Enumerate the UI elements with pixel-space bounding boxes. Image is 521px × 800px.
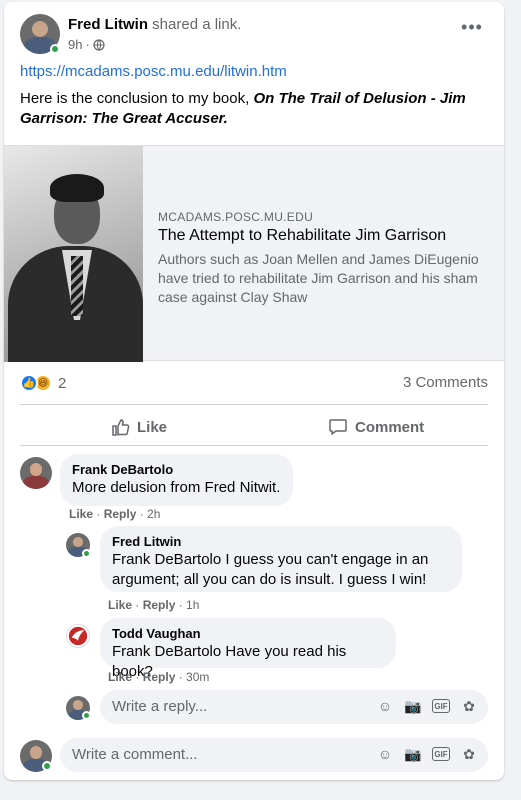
post-text-prefix: Here is the conclusion to my book, bbox=[20, 90, 254, 107]
reply-mention[interactable]: Frank DeBartolo bbox=[112, 643, 221, 660]
comment-time[interactable]: 2h bbox=[147, 507, 160, 521]
reply-time[interactable]: 1h bbox=[186, 598, 199, 612]
comment-reply-link[interactable]: Reply bbox=[104, 507, 137, 521]
sticker-icon[interactable]: ✿ bbox=[460, 697, 478, 715]
like-button[interactable]: Like bbox=[110, 411, 167, 443]
reply-time[interactable]: 30m bbox=[186, 670, 209, 684]
post-link[interactable]: https://mcadams.posc.mu.edu/litwin.htm bbox=[20, 63, 287, 80]
globe-icon bbox=[93, 38, 105, 51]
commenter-avatar[interactable] bbox=[20, 457, 52, 489]
author-action: shared a link. bbox=[152, 16, 242, 33]
comment-like-link[interactable]: Like bbox=[69, 507, 93, 521]
reply-mention[interactable]: Frank DeBartolo bbox=[112, 551, 221, 568]
reply-actions: Like · Reply · 1h bbox=[108, 598, 200, 612]
emoji-icon[interactable]: ☺ bbox=[376, 745, 394, 763]
divider bbox=[20, 445, 488, 446]
reply-like-link[interactable]: Like bbox=[108, 598, 132, 612]
author-line: Fred Litwin shared a link. bbox=[68, 16, 241, 33]
comment-text: More delusion from Fred Nitwit. bbox=[72, 479, 281, 496]
post-time[interactable]: 9h bbox=[68, 37, 82, 52]
preview-domain: MCADAMS.POSC.MU.EDU bbox=[158, 210, 314, 224]
camera-icon[interactable]: 📷 bbox=[404, 697, 422, 715]
gif-icon[interactable]: GIF bbox=[432, 699, 450, 713]
link-preview[interactable]: MCADAMS.POSC.MU.EDU The Attempt to Rehab… bbox=[4, 145, 504, 362]
comment-icon bbox=[329, 419, 347, 435]
comment-composer[interactable]: Write a comment... ☺ 📷 GIF ✿ bbox=[60, 738, 488, 772]
reply-bubble: Todd Vaughan Frank DeBartolo Have you re… bbox=[100, 618, 396, 680]
emoji-icon[interactable]: ☺ bbox=[376, 697, 394, 715]
online-indicator bbox=[50, 44, 60, 54]
post-card: Fred Litwin shared a link. 9h · ••• http… bbox=[4, 2, 504, 780]
preview-title[interactable]: The Attempt to Rehabilitate Jim Garrison bbox=[158, 227, 446, 245]
reply-author[interactable]: Fred Litwin bbox=[112, 534, 450, 550]
composer-icons: ☺ 📷 GIF ✿ bbox=[376, 697, 478, 715]
author-name[interactable]: Fred Litwin bbox=[68, 16, 148, 33]
composer-icons: ☺ 📷 GIF ✿ bbox=[376, 745, 478, 763]
comment-input-placeholder: Write a comment... bbox=[72, 746, 198, 763]
reply-text: Frank DeBartolo I guess you can't engage… bbox=[112, 550, 450, 590]
reply-composer[interactable]: Write a reply... ☺ 📷 GIF ✿ bbox=[100, 690, 488, 724]
divider bbox=[20, 404, 488, 405]
preview-image[interactable] bbox=[4, 146, 143, 362]
comment-button-label: Comment bbox=[355, 418, 425, 436]
online-indicator bbox=[42, 761, 52, 771]
reply-reply-link[interactable]: Reply bbox=[143, 598, 176, 612]
reply-actions: Like · Reply · 30m bbox=[108, 670, 210, 684]
comment-author[interactable]: Frank DeBartolo bbox=[72, 462, 281, 478]
reply-avatar[interactable] bbox=[66, 624, 90, 648]
reply-reply-link[interactable]: Reply bbox=[143, 670, 176, 684]
more-options-button[interactable]: ••• bbox=[460, 18, 484, 40]
reactions-summary[interactable]: 👍 😆 2 bbox=[20, 373, 66, 393]
like-reaction-icon: 👍 bbox=[20, 374, 38, 392]
reply-input-placeholder: Write a reply... bbox=[112, 698, 208, 715]
gif-icon[interactable]: GIF bbox=[432, 747, 450, 761]
reply-author[interactable]: Todd Vaughan bbox=[112, 626, 384, 642]
online-indicator bbox=[82, 549, 91, 558]
reply-like-link[interactable]: Like bbox=[108, 670, 132, 684]
post-meta: 9h · bbox=[68, 37, 105, 52]
online-indicator bbox=[82, 711, 91, 720]
camera-icon[interactable]: 📷 bbox=[404, 745, 422, 763]
thumbs-up-icon bbox=[112, 419, 130, 436]
preview-description: Authors such as Joan Mellen and James Di… bbox=[158, 251, 479, 305]
post-header: Fred Litwin shared a link. 9h · ••• bbox=[20, 14, 490, 56]
comment-bubble: Frank DeBartolo More delusion from Fred … bbox=[60, 454, 293, 506]
reply-bubble: Fred Litwin Frank DeBartolo I guess you … bbox=[100, 526, 462, 592]
sticker-icon[interactable]: ✿ bbox=[460, 745, 478, 763]
comment-button[interactable]: Comment bbox=[328, 411, 424, 443]
post-text: Here is the conclusion to my book, On Th… bbox=[20, 89, 485, 129]
reply-avatar-image bbox=[68, 626, 88, 646]
comments-count[interactable]: 3 Comments bbox=[403, 374, 488, 391]
reaction-count: 2 bbox=[58, 374, 67, 392]
comment-actions: Like · Reply · 2h bbox=[69, 507, 161, 521]
like-button-label: Like bbox=[137, 418, 168, 436]
